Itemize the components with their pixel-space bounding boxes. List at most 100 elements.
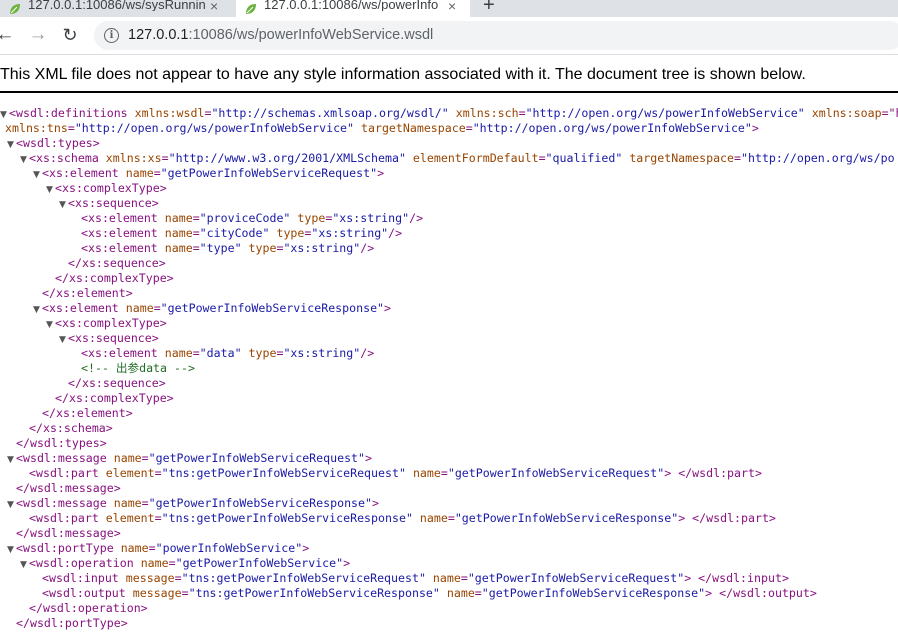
tab-strip: 127.0.0.1:10086/ws/sysRunnin × 127.0.0.1… (0, 0, 898, 17)
xml-tag: > </wsdl:input> (684, 571, 789, 585)
xml-tag: <xs:sequence> (68, 196, 159, 210)
xml-tag: </xs:complexType> (55, 391, 174, 405)
xml-line: <xs:element name="cityCode" type="xs:str… (0, 226, 898, 241)
xml-tag: > (384, 301, 392, 315)
xml-line: </xs:sequence> (0, 376, 898, 391)
xml-tag: = (153, 166, 161, 180)
xml-line: ▼ <xs:schema xmlns:xs="http://www.w3.org/… (0, 151, 898, 166)
xml-line: </xs:element> (0, 286, 898, 301)
xml-attr-name: message (125, 571, 175, 585)
xml-tag: = (518, 106, 526, 120)
xml-line: ▼ <xs:sequence> (0, 196, 898, 211)
xml-line: ▼ <xs:complexType> (0, 316, 898, 331)
xml-tag: <wsdl:message (16, 496, 114, 510)
xml-attr-name: name (120, 541, 149, 555)
xml-tag: = (174, 571, 182, 585)
xml-attr-value: "http://schemas.xmlsoap.org/wsdl/" (211, 106, 449, 120)
xml-attr-value: "data" (199, 346, 242, 360)
xml-tag: </xs:sequence> (68, 256, 166, 270)
xml-tag: <wsdl:part (29, 466, 106, 480)
xml-tag: > (372, 496, 379, 510)
xml-tag: > </wsdl:output> (705, 586, 817, 600)
xml-tag (406, 151, 413, 165)
address-bar[interactable]: i 127.0.0.1:10086/ws/powerInfoWebService… (94, 21, 898, 50)
xml-tag (354, 121, 361, 135)
xml-tag: </xs:element> (42, 406, 133, 420)
xml-tag: = (141, 451, 149, 465)
xml-attr-name: name (164, 241, 193, 255)
xml-line: ▼ <wsdl:message name="getPowerInfoWebServ… (0, 496, 898, 511)
xml-tag (406, 466, 413, 480)
xml-attr-value: "getPowerInfoWebServiceResponse" (481, 586, 706, 600)
url-path: :10086/ws/powerInfoWebService.wsdl (188, 27, 434, 43)
xml-tag: = (192, 346, 200, 360)
xml-line: <wsdl:part element="tns:getPowerInfoWebS… (0, 466, 898, 481)
xml-line: </wsdl:types> (0, 436, 898, 451)
xml-attr-name: xmlns:soap (811, 106, 882, 120)
xml-attr-name: type (276, 226, 305, 240)
xml-attr-value: "getPowerInfoWebServiceResponse" (148, 496, 373, 510)
xml-line: <xs:element name="type" type="xs:string"… (0, 241, 898, 256)
xml-attr-name: name (113, 496, 142, 510)
xml-tag: <wsdl:output (42, 586, 133, 600)
xml-tag: = (148, 541, 156, 555)
tab-power-info[interactable]: 127.0.0.1:10086/ws/powerInfo × (236, 0, 470, 17)
xml-line: ▼ <wsdl:operation name="getPowerInfoWebSe… (0, 556, 898, 571)
info-icon[interactable]: i (104, 28, 119, 43)
xml-line: ▼ <xs:sequence> (0, 331, 898, 346)
xml-attr-name: xmlns:sch (455, 106, 519, 120)
xml-line: xmlns:tns="http://open.org/ws/powerInfoW… (0, 121, 898, 136)
xml-attr-value: "xs:string" (311, 226, 389, 240)
xml-attr-name: name (164, 211, 193, 225)
xml-style-notice: This XML file does not appear to have an… (0, 66, 806, 83)
xml-tag: = (154, 466, 162, 480)
xml-tag: > (377, 166, 385, 180)
xml-line: ▼ <wsdl:definitions xmlns:wsdl="http://sc… (0, 106, 898, 121)
xml-tag: = (161, 151, 169, 165)
xml-attr-name: xmlns:xs (105, 151, 162, 165)
xml-attr-value: "xs:string" (283, 346, 361, 360)
xml-tag: = (141, 496, 149, 510)
xml-tag: = (168, 556, 176, 570)
xml-attr-name: name (125, 166, 154, 180)
forward-arrow-icon[interactable]: → (28, 25, 48, 45)
xml-attr-name: targetNamespace (629, 151, 735, 165)
xml-tag: > (751, 121, 759, 135)
xml-tag: ="h (881, 106, 898, 120)
xml-tag: = (447, 511, 455, 525)
tab-close-icon[interactable]: × (210, 0, 226, 14)
xml-attr-value: "http://open.org/ws/powerInfoWebService" (74, 121, 355, 135)
tab-sys-running[interactable]: 127.0.0.1:10086/ws/sysRunnin × (0, 0, 232, 17)
xml-line: <wsdl:input message="tns:getPowerInfoWeb… (0, 571, 898, 586)
xml-attr-value: "getPowerInfoWebServiceResponse" (160, 301, 385, 315)
xml-line: </xs:sequence> (0, 256, 898, 271)
xml-tag: </xs:schema> (29, 421, 113, 435)
xml-attr-value: "http://open.org/ws/powerInfoWebService" (472, 121, 752, 135)
xml-attr-value: "http://www.w3.org/2001/XMLSchema" (168, 151, 406, 165)
xml-attr-name: name (412, 466, 441, 480)
xml-tag: <xs:complexType> (55, 181, 167, 195)
xml-attr-name: name (164, 226, 193, 240)
xml-tag: <xs:element (42, 301, 126, 315)
new-tab-plus-icon[interactable]: + (483, 0, 495, 17)
xml-tag: = (192, 211, 200, 225)
xml-tag: = (67, 121, 75, 135)
back-arrow-icon[interactable]: ← (0, 25, 15, 45)
xml-tag: </wsdl:portType> (16, 616, 128, 630)
xml-line: </xs:complexType> (0, 271, 898, 286)
browser-toolbar: ← → ↻ i 127.0.0.1:10086/ws/powerInfoWebS… (0, 17, 898, 54)
tab-title: 127.0.0.1:10086/ws/powerInfo (264, 0, 439, 11)
xml-line: </wsdl:message> (0, 481, 898, 496)
url-host: 127.0.0.1 (128, 27, 189, 43)
xml-attr-name: type (297, 211, 326, 225)
xml-tag (426, 571, 433, 585)
tab-close-icon[interactable]: × (448, 0, 464, 14)
xml-tag: <wsdl:input (42, 571, 126, 585)
leaf-favicon-icon (10, 3, 20, 14)
xml-tag: = (538, 151, 546, 165)
url-text[interactable]: 127.0.0.1:10086/ws/powerInfoWebService.w… (128, 27, 433, 43)
xml-attr-value: "type" (199, 241, 242, 255)
tab-title: 127.0.0.1:10086/ws/sysRunnin (28, 0, 206, 11)
reload-icon[interactable]: ↻ (60, 25, 80, 45)
xml-tag: </xs:complexType> (55, 271, 174, 285)
